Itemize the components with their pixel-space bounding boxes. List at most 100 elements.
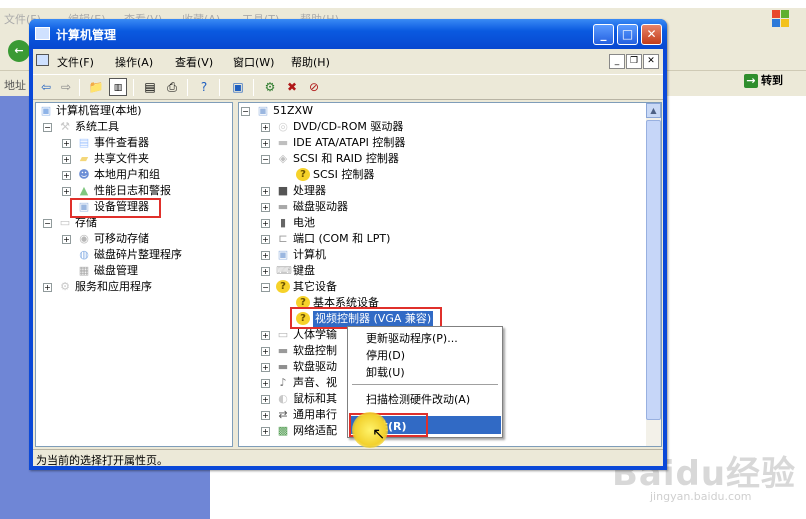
scroll-up-arrow-icon[interactable]: ▲ (646, 103, 661, 118)
vertical-scrollbar[interactable]: ▲ (646, 103, 661, 446)
expand-icon[interactable]: + (62, 235, 71, 244)
back-icon[interactable]: ⇦ (37, 78, 55, 96)
scsi-icon: ◈ (278, 152, 288, 165)
menu-item-disable[interactable]: 停用(D) (366, 347, 405, 363)
expand-icon[interactable]: + (43, 283, 52, 292)
left_tree-node-label: 磁盘碎片整理程序 (94, 248, 182, 261)
expand-icon[interactable]: + (261, 139, 270, 148)
expand-icon[interactable]: + (62, 187, 71, 196)
mdi-restore-button[interactable]: ❐ (626, 54, 642, 69)
toolbar-separator (219, 79, 220, 96)
right_tree-node-label: 端口 (COM 和 LPT) (293, 232, 391, 245)
expand-icon[interactable]: + (261, 395, 270, 404)
toolbar-separator (187, 79, 188, 96)
menu-bar: 文件(F) 操作(A) 查看(V) 窗口(W) 帮助(H) _ ❐ ✕ (33, 49, 663, 73)
disable-icon[interactable]: ⊘ (305, 78, 323, 96)
performance-icon: ▲ (79, 184, 89, 197)
update-driver-icon[interactable]: ⚙ (261, 78, 279, 96)
expand-icon[interactable]: + (261, 331, 270, 340)
toolbar-separator (79, 79, 80, 96)
expand-icon[interactable]: + (261, 251, 270, 260)
left-tree-pane: ▣ 计算机管理(本地) − ⚒ 系统工具 + ▤ 事件查看器 + ▰ 共享文件夹 + ☻ 本地用户和组 + ▲… (35, 102, 233, 447)
toolbar-separator (253, 79, 254, 96)
expand-icon[interactable]: + (261, 235, 270, 244)
mouse-cursor-icon: ↖ (372, 424, 386, 443)
right_tree-node-label: 计算机 (293, 248, 326, 261)
collapse-icon[interactable]: − (261, 155, 270, 164)
scroll-thumb[interactable] (646, 120, 661, 420)
title-bar[interactable]: 计算机管理 _ □ ✕ (29, 19, 667, 49)
menu-action[interactable]: 操作(A) (115, 54, 153, 70)
go-arrow-icon: → (744, 74, 758, 88)
battery-icon: ▮ (279, 216, 287, 229)
expand-icon[interactable]: + (261, 379, 270, 388)
expand-icon[interactable]: + (62, 171, 71, 180)
minimize-button[interactable]: _ (593, 24, 614, 45)
defrag-icon: ◍ (79, 248, 89, 261)
uninstall-icon[interactable]: ✖ (283, 78, 301, 96)
close-button[interactable]: ✕ (641, 24, 662, 45)
computer-icon: ▣ (257, 104, 269, 117)
collapse-icon[interactable]: − (261, 283, 270, 292)
right_tree-node-label: 磁盘驱动器 (293, 200, 348, 213)
ide-icon: ▬ (277, 136, 289, 149)
warning-icon: ? (296, 168, 310, 181)
expand-icon[interactable]: + (261, 347, 270, 356)
scan-hardware-icon[interactable]: ▣ (229, 78, 247, 96)
highlight-box-device-manager (70, 198, 161, 218)
right_tree-node-label: 网络适配 (293, 424, 337, 437)
disk-management-icon: ▦ (78, 264, 90, 277)
maximize-button[interactable]: □ (617, 24, 638, 45)
removable-storage-icon: ◉ (79, 232, 89, 245)
menu-file[interactable]: 文件(F) (57, 54, 94, 70)
toolbar: ⇦ ⇨ 📁 ▥ ▤ ⎙ ? ▣ ⚙ ✖ ⊘ (33, 74, 663, 100)
right_tree-node-label: 鼠标和其 (293, 392, 337, 405)
mdi-minimize-button[interactable]: _ (609, 54, 625, 69)
users-icon: ☻ (78, 168, 90, 181)
up-folder-icon[interactable]: 📁 (87, 78, 105, 96)
menu-item-update-driver[interactable]: 更新驱动程序(P)... (366, 330, 458, 346)
left_tree-node-label: 服务和应用程序 (75, 280, 152, 293)
expand-icon[interactable]: + (62, 139, 71, 148)
right_tree-node-label: 51ZXW (273, 104, 313, 117)
right_tree-node-label: SCSI 控制器 (313, 168, 375, 181)
menu-view[interactable]: 查看(V) (175, 54, 213, 70)
back-arrow-icon[interactable]: ← (8, 40, 30, 62)
left_tree-node-label: 可移动存储 (94, 232, 149, 245)
go-button[interactable]: → 转到 (744, 72, 794, 92)
left_tree-node-label: 磁盘管理 (94, 264, 138, 277)
expand-icon[interactable]: + (261, 187, 270, 196)
collapse-icon[interactable]: − (43, 123, 52, 132)
show-hide-tree-icon[interactable]: ▥ (109, 78, 127, 96)
collapse-icon[interactable]: − (241, 107, 250, 116)
expand-icon[interactable]: + (62, 155, 71, 164)
floppy-drive-icon: ▬ (277, 360, 289, 373)
menu-item-scan-hardware[interactable]: 扫描检测硬件改动(A) (366, 391, 470, 407)
right_tree-node-label: 软盘控制 (293, 344, 337, 357)
expand-icon[interactable]: + (261, 427, 270, 436)
window-system-icon[interactable] (36, 54, 49, 66)
menu-item-uninstall[interactable]: 卸载(U) (366, 364, 405, 380)
mdi-close-button[interactable]: ✕ (643, 54, 659, 69)
go-label: 转到 (761, 74, 783, 87)
expand-icon[interactable]: + (261, 203, 270, 212)
shared-folder-icon: ▰ (79, 152, 89, 165)
left_tree-node-label: 系统工具 (75, 120, 119, 133)
expand-icon[interactable]: + (261, 267, 270, 276)
expand-icon[interactable]: + (261, 123, 270, 132)
properties-icon[interactable]: ▤ (141, 78, 159, 96)
left_tree-node-label: 本地用户和组 (94, 168, 160, 181)
print-icon[interactable]: ⎙ (163, 78, 181, 96)
menu-help[interactable]: 帮助(H) (291, 54, 330, 70)
help-icon[interactable]: ? (195, 78, 213, 96)
forward-icon[interactable]: ⇨ (57, 78, 75, 96)
expand-icon[interactable]: + (261, 219, 270, 228)
left_tree-node-label: 共享文件夹 (94, 152, 149, 165)
expand-icon[interactable]: + (261, 363, 270, 372)
left_tree-node-label: 计算机管理(本地) (56, 104, 142, 117)
menu-window[interactable]: 窗口(W) (233, 54, 274, 70)
windows-logo-icon (772, 10, 790, 28)
expand-icon[interactable]: + (261, 411, 270, 420)
collapse-icon[interactable]: − (43, 219, 52, 228)
toolbar-separator (133, 79, 134, 96)
